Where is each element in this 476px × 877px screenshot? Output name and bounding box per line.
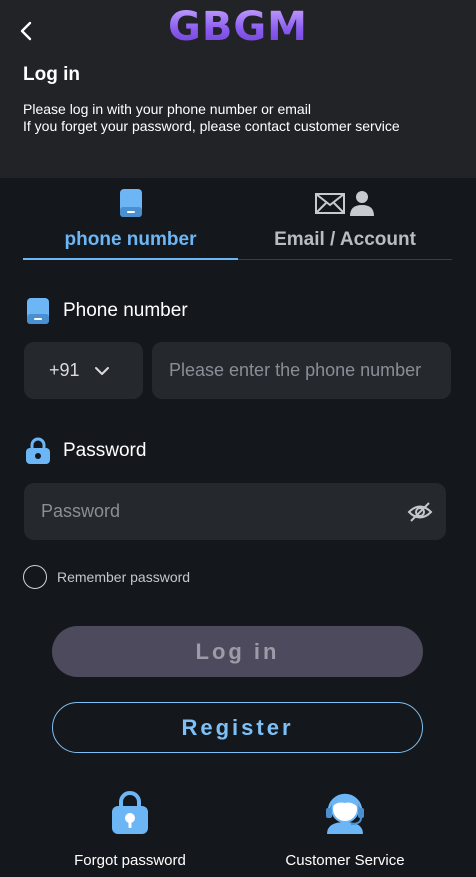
customer-service-link[interactable]: Customer Service [265,790,425,869]
password-field-label: Password [25,437,146,465]
phone-number-input[interactable] [152,342,451,399]
intro-line: Please log in with your phone number or … [23,101,311,117]
eye-off-icon [407,502,433,522]
tab-label: Email / Account [274,229,416,250]
register-button[interactable]: Register [52,702,423,753]
remember-password[interactable]: Remember password [23,565,190,589]
page-title: Log in [23,64,80,85]
forgot-password-link[interactable]: Forgot password [50,790,210,869]
lock-key-icon [112,791,148,834]
remember-password-label: Remember password [57,569,191,585]
active-tab-indicator [23,258,238,260]
lock-icon [26,437,50,464]
password-label-text: Password [63,440,147,461]
country-code-value: +91 [49,360,80,380]
password-field [24,483,446,540]
app-logo: GBGM [0,4,476,50]
chevron-down-icon [94,366,109,375]
phone-icon [119,189,142,217]
login-method-tabs: phone number Email / Account [23,186,452,261]
mail-user-icon [315,191,374,216]
intro-line: If you forget your password, please cont… [23,118,400,134]
login-button[interactable]: Log in [52,626,423,677]
tab-label: phone number [64,229,197,250]
tab-phone-number[interactable]: phone number [23,186,238,261]
forgot-password-label: Forgot password [74,852,186,869]
header: GBGM Log in Please log in with your phon… [0,0,476,178]
country-code-select[interactable]: +91 [24,342,143,399]
password-input[interactable] [24,483,394,540]
phone-label-text: Phone number [63,300,188,321]
customer-service-label: Customer Service [285,852,405,869]
phone-field-label: Phone number [25,297,188,325]
tab-email-account[interactable]: Email / Account [238,186,452,261]
remember-password-radio[interactable] [23,565,47,589]
intro-text: Please log in with your phone number or … [23,101,400,135]
headset-agent-icon [326,793,364,834]
toggle-password-visibility[interactable] [406,499,434,525]
phone-icon [27,298,49,324]
